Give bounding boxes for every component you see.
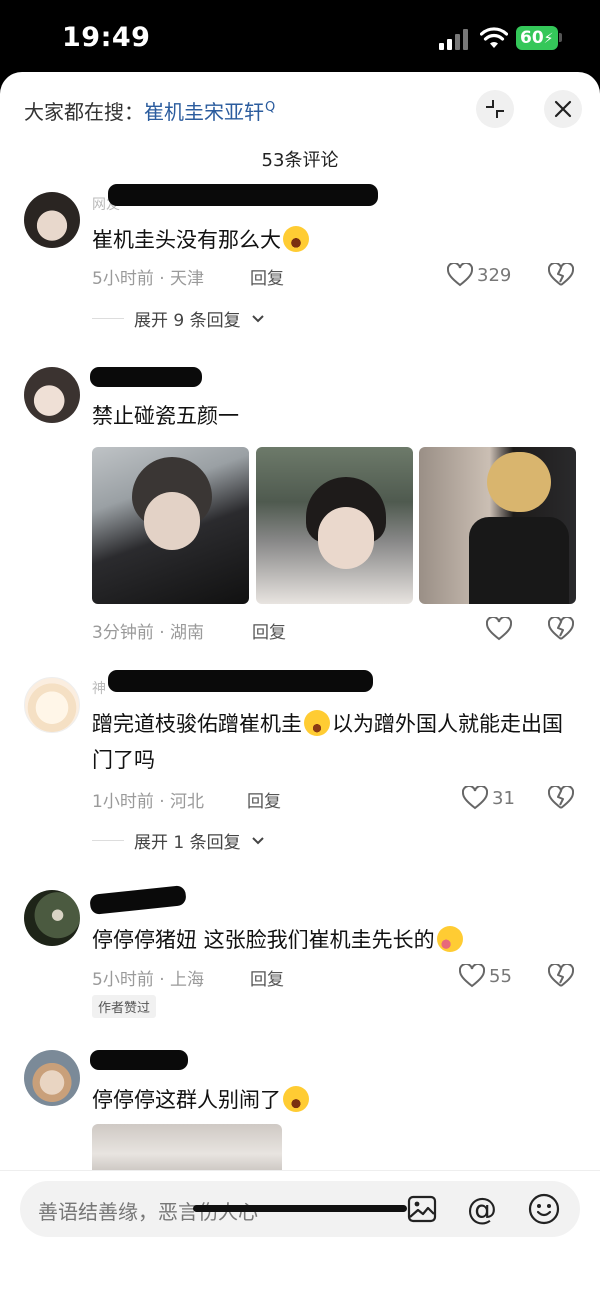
comment-sheet: 大家都在搜：崔机圭宋亚轩Q 53条评论 网友· 崔机圭头没有那么大 5小时前 ·… [0, 72, 600, 1298]
expand-replies-button[interactable]: 展开 1 条回复 [92, 828, 265, 853]
emoji-button[interactable] [526, 1191, 562, 1227]
blushing-smile-emoji [304, 710, 330, 736]
reply-button[interactable]: 回复 [250, 965, 284, 990]
comment-text: 蹭完道枝骏佑蹭崔机圭 以为蹭外国人就能走出国门了吗 [92, 706, 570, 778]
comment-time-location: 3分钟前 · 湖南 [92, 623, 205, 643]
close-button[interactable] [544, 90, 582, 128]
like-count: 31 [492, 787, 515, 809]
like-button[interactable] [486, 617, 516, 641]
comment-photo[interactable] [92, 447, 249, 604]
name-redaction [108, 184, 378, 206]
like-count: 55 [489, 965, 512, 987]
comment-text: 停停停猪妞 这张脸我们崔机圭先长的 [92, 922, 570, 958]
search-prefix: 大家都在搜： [24, 100, 144, 124]
mention-button[interactable]: @ [464, 1191, 500, 1227]
dislike-icon[interactable] [548, 263, 574, 287]
comment-body: 蹭完道枝骏佑蹭崔机圭 [92, 712, 302, 736]
comment-body: 停停停猪妞 这张脸我们崔机圭先长的 [92, 928, 435, 952]
comment-body: 停停停这群人别闹了 [92, 1088, 281, 1112]
chevron-down-icon [251, 314, 264, 322]
comment-photo[interactable] [419, 447, 576, 604]
collapse-button[interactable] [476, 90, 514, 128]
heart-icon [459, 964, 485, 988]
close-icon [554, 100, 572, 118]
comment-text: 停停停这群人别闹了 [92, 1082, 570, 1118]
avatar[interactable] [24, 367, 80, 423]
photo-figure [469, 517, 569, 604]
hugging-face-emoji [436, 926, 463, 952]
avatar[interactable] [24, 1050, 80, 1106]
collapse-icon [486, 100, 504, 118]
avatar[interactable] [24, 677, 80, 733]
wifi-icon [480, 27, 508, 48]
image-button[interactable] [404, 1191, 440, 1227]
laughing-crying-emoji [283, 226, 309, 252]
search-suggestion[interactable]: 大家都在搜：崔机圭宋亚轩Q [24, 96, 275, 125]
name-redaction [90, 1050, 188, 1070]
author-liked-badge: 作者赞过 [92, 995, 157, 1018]
search-icon: Q [265, 100, 276, 115]
grinning-emoji [283, 1086, 309, 1112]
photo-subject [487, 452, 551, 512]
comment-author[interactable]: 神 [92, 678, 106, 698]
smiley-icon [528, 1193, 560, 1225]
expand-replies-label: 展开 1 条回复 [134, 833, 241, 853]
heart-icon [462, 786, 488, 810]
name-redaction [89, 885, 187, 915]
like-count: 329 [477, 264, 512, 286]
dislike-icon[interactable] [548, 964, 574, 988]
expand-replies-button[interactable]: 展开 9 条回复 [92, 306, 265, 331]
avatar[interactable] [24, 890, 80, 946]
avatar[interactable] [24, 192, 80, 248]
dislike-icon[interactable] [548, 617, 574, 641]
heart-icon [447, 263, 473, 287]
like-button[interactable]: 329 [447, 263, 511, 287]
comment-time-location: 5小时前 · 天津 [92, 269, 205, 289]
battery-level: 60 [520, 28, 544, 48]
like-button[interactable]: 31 [462, 786, 515, 810]
battery-cap [559, 33, 562, 42]
reply-button[interactable]: 回复 [252, 618, 286, 643]
dislike-icon[interactable] [548, 786, 574, 810]
name-redaction [90, 367, 202, 387]
battery-icon: 60⚡ [516, 26, 558, 50]
at-sign-icon: @ [467, 1191, 497, 1227]
divider [92, 840, 124, 841]
comment-time-location: 1小时前 · 河北 [92, 792, 205, 812]
signal-icon [439, 28, 469, 50]
search-term-link[interactable]: 崔机圭宋亚轩 [144, 100, 264, 124]
expand-replies-label: 展开 9 条回复 [134, 311, 241, 331]
home-indicator[interactable] [193, 1205, 407, 1212]
like-button[interactable]: 55 [459, 964, 512, 988]
name-redaction [108, 670, 373, 692]
comment-body: 崔机圭头没有那么大 [92, 228, 281, 252]
status-bar: 19:49 60⚡ [0, 0, 600, 72]
reply-button[interactable]: 回复 [247, 787, 281, 812]
reply-button[interactable]: 回复 [250, 264, 284, 289]
heart-icon [486, 617, 512, 641]
comment-time-location: 5小时前 · 上海 [92, 970, 205, 990]
comment-text: 禁止碰瓷五颜一 [92, 404, 239, 428]
comment-photo[interactable] [256, 447, 413, 604]
chevron-down-icon [251, 836, 264, 844]
comment-text: 崔机圭头没有那么大 [92, 222, 570, 258]
divider [92, 318, 124, 319]
comment-input-bar: 善语结善缘，恶言伤人心 @ [0, 1170, 600, 1298]
comment-count: 53条评论 [261, 150, 339, 171]
status-time: 19:49 [62, 22, 151, 53]
photo-face [144, 492, 200, 550]
image-icon [407, 1195, 437, 1223]
photo-face [318, 507, 374, 569]
